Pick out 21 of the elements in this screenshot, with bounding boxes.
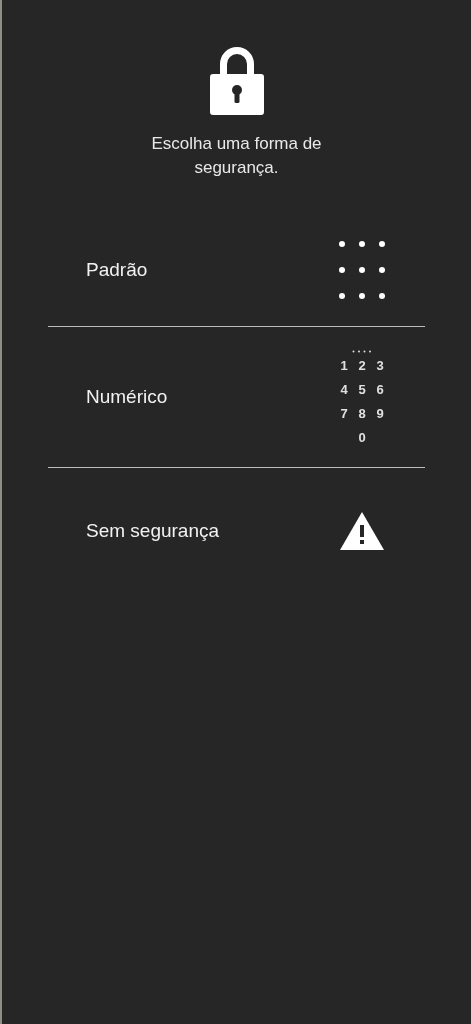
keypad-digit: 2 (357, 356, 367, 375)
option-label: Sem segurança (86, 520, 220, 542)
security-option[interactable]: Sem segurança (48, 468, 425, 594)
keypad-digit: 1 (339, 356, 349, 375)
keypad-digit: 6 (375, 380, 385, 399)
warning-icon (339, 511, 385, 551)
keypad-digit: 9 (375, 404, 385, 423)
keypad-digit: 5 (357, 380, 367, 399)
option-label: Numérico (86, 386, 168, 408)
padlock-icon (209, 45, 264, 115)
instruction-text: Escolha uma forma de segurança. (150, 133, 323, 179)
keypad-digit: 7 (339, 404, 349, 423)
keypad-digit: 4 (339, 380, 349, 399)
keypad-digit: 0 (357, 428, 367, 447)
keypad-digit: 3 (375, 356, 385, 375)
keypad-digit: 8 (357, 404, 367, 423)
option-label: Padrão (86, 259, 148, 281)
security-option[interactable]: Padrão (48, 214, 425, 326)
pin-dots-icon (352, 349, 372, 353)
pattern-grid-icon (339, 241, 385, 299)
security-option[interactable]: Numérico 1 2 3 4 5 6 7 8 9 0 (48, 327, 425, 467)
